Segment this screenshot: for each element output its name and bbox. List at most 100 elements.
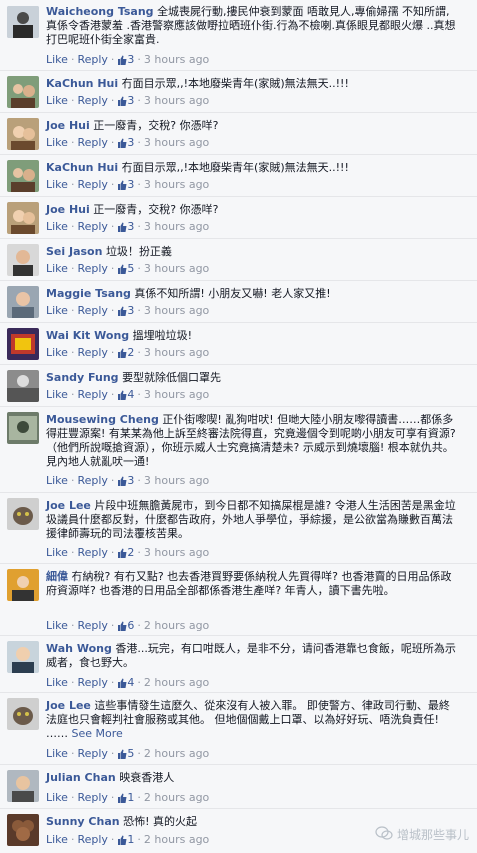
like-button[interactable]: Like	[46, 304, 68, 317]
like-button[interactable]: Like	[46, 676, 68, 689]
commenter-name[interactable]: KaChun Hui	[46, 161, 118, 174]
reply-button[interactable]: Reply	[77, 94, 107, 107]
commenter-name[interactable]: Joe Hui	[46, 119, 90, 132]
comment-text: 搵埋啦垃圾!	[132, 329, 193, 342]
thumbs-up-icon	[117, 621, 127, 634]
comment-time[interactable]: 3 hours ago	[144, 262, 209, 275]
reply-button[interactable]: Reply	[77, 619, 107, 632]
avatar[interactable]	[7, 118, 39, 150]
commenter-name[interactable]: Sandy Fung	[46, 371, 119, 384]
avatar[interactable]	[7, 412, 39, 444]
commenter-name[interactable]: Mousewing Cheng	[46, 413, 159, 426]
reply-button[interactable]: Reply	[77, 747, 107, 760]
reply-button[interactable]: Reply	[77, 262, 107, 275]
divider	[0, 112, 477, 113]
like-button[interactable]: Like	[46, 747, 68, 760]
avatar[interactable]	[7, 76, 39, 108]
comment-time[interactable]: 2 hours ago	[144, 676, 209, 689]
comment-time[interactable]: 2 hours ago	[144, 833, 209, 846]
comment-time[interactable]: 3 hours ago	[144, 546, 209, 559]
avatar[interactable]	[7, 328, 39, 360]
comment-time[interactable]: 2 hours ago	[144, 791, 209, 804]
avatar[interactable]	[7, 202, 39, 234]
avatar[interactable]	[7, 160, 39, 192]
avatar[interactable]	[7, 370, 39, 402]
commenter-name[interactable]: Joe Lee	[46, 499, 91, 512]
commenter-name[interactable]: Joe Lee	[46, 699, 91, 712]
comment-time[interactable]: 3 hours ago	[144, 53, 209, 66]
avatar[interactable]	[7, 498, 39, 530]
avatar[interactable]	[7, 6, 39, 38]
commenter-name[interactable]: Sei Jason	[46, 245, 102, 258]
commenter-name[interactable]: 細偉	[46, 570, 68, 583]
comment-time[interactable]: 3 hours ago	[144, 388, 209, 401]
avatar[interactable]	[7, 244, 39, 276]
divider	[0, 808, 477, 809]
commenter-name[interactable]: KaChun Hui	[46, 77, 118, 90]
divider	[0, 635, 477, 636]
reply-button[interactable]: Reply	[77, 304, 107, 317]
divider	[0, 322, 477, 323]
reply-button[interactable]: Reply	[77, 136, 107, 149]
avatar[interactable]	[7, 286, 39, 318]
comment-text: 垃圾！扮正義	[105, 245, 172, 258]
divider	[0, 154, 477, 155]
like-button[interactable]: Like	[46, 474, 68, 487]
like-button[interactable]: Like	[46, 94, 68, 107]
avatar[interactable]	[7, 770, 39, 802]
comment-time[interactable]: 3 hours ago	[144, 94, 209, 107]
commenter-name[interactable]: Julian Chan	[46, 771, 116, 784]
reply-button[interactable]: Reply	[77, 833, 107, 846]
reply-button[interactable]: Reply	[77, 474, 107, 487]
commenter-name[interactable]: Sunny Chan	[46, 815, 120, 828]
comment-text: 恐怖! 真的火起	[123, 815, 197, 828]
reply-button[interactable]: Reply	[77, 676, 107, 689]
comment-text: 冇面目示眾,,!本地廢柴青年(家賊)無法無天..!!!	[121, 161, 349, 174]
reply-button[interactable]: Reply	[77, 178, 107, 191]
avatar[interactable]	[7, 641, 39, 673]
comment-time[interactable]: 2 hours ago	[144, 747, 209, 760]
like-button[interactable]: Like	[46, 791, 68, 804]
see-more-link[interactable]: See More	[72, 727, 123, 740]
commenter-name[interactable]: Maggie Tsang	[46, 287, 131, 300]
comment-time[interactable]: 2 hours ago	[144, 619, 209, 632]
reply-button[interactable]: Reply	[77, 791, 107, 804]
like-button[interactable]: Like	[46, 178, 68, 191]
thumbs-up-icon	[117, 476, 127, 489]
comment-actions: Like · Reply · 3 · 3 hours ago	[46, 136, 210, 151]
commenter-name[interactable]: Wah Wong	[46, 642, 112, 655]
thumbs-up-icon	[117, 55, 127, 68]
like-button[interactable]: Like	[46, 136, 68, 149]
thumbs-up-icon	[117, 548, 127, 561]
comment-text: 冇面目示眾,,!本地廢柴青年(家賊)無法無天..!!!	[121, 77, 349, 90]
reply-button[interactable]: Reply	[77, 346, 107, 359]
comment-time[interactable]: 3 hours ago	[144, 220, 209, 233]
commenter-name[interactable]: Waicheong Tsang	[46, 5, 154, 18]
comment-time[interactable]: 3 hours ago	[144, 304, 209, 317]
reply-button[interactable]: Reply	[77, 53, 107, 66]
thumbs-up-icon	[117, 793, 127, 806]
comment-time[interactable]: 3 hours ago	[144, 346, 209, 359]
like-button[interactable]: Like	[46, 546, 68, 559]
avatar[interactable]	[7, 698, 39, 730]
commenter-name[interactable]: Wai Kit Wong	[46, 329, 129, 342]
like-button[interactable]: Like	[46, 262, 68, 275]
like-button[interactable]: Like	[46, 388, 68, 401]
divider	[0, 70, 477, 71]
thumbs-up-icon	[117, 678, 127, 691]
reply-button[interactable]: Reply	[77, 220, 107, 233]
commenter-name[interactable]: Joe Hui	[46, 203, 90, 216]
reply-button[interactable]: Reply	[77, 388, 107, 401]
reply-button[interactable]: Reply	[77, 546, 107, 559]
comment-time[interactable]: 3 hours ago	[144, 178, 209, 191]
like-button[interactable]: Like	[46, 833, 68, 846]
like-button[interactable]: Like	[46, 619, 68, 632]
comment-time[interactable]: 3 hours ago	[144, 136, 209, 149]
like-button[interactable]: Like	[46, 220, 68, 233]
avatar[interactable]	[7, 814, 39, 846]
thumbs-up-icon	[117, 138, 127, 151]
like-button[interactable]: Like	[46, 346, 68, 359]
like-button[interactable]: Like	[46, 53, 68, 66]
avatar[interactable]	[7, 569, 39, 601]
comment-time[interactable]: 3 hours ago	[144, 474, 209, 487]
